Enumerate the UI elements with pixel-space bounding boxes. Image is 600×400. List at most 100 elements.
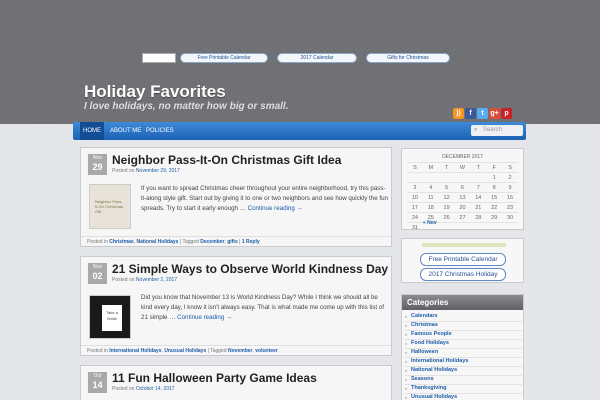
- category-link[interactable]: National Holidays: [405, 367, 457, 373]
- thumbnail-caption: Neighbor Pass-It-On Christmas Gift: [95, 199, 124, 214]
- category-link[interactable]: International Holidays: [109, 348, 161, 354]
- calendar-day: 18: [422, 202, 439, 213]
- post-title[interactable]: Neighbor Pass-It-On Christmas Gift Idea: [112, 153, 341, 167]
- calendar-day: 6: [454, 182, 471, 193]
- post-meta: Posted on November 2, 2017: [112, 277, 177, 283]
- weekday-label: S: [502, 162, 518, 173]
- calendar-day: 10: [407, 192, 423, 203]
- category-link[interactable]: Food Holidays: [405, 340, 449, 346]
- facebook-icon[interactable]: f: [465, 108, 476, 119]
- calendar-day: 27: [454, 212, 471, 223]
- reply-link[interactable]: 1 Reply: [242, 239, 260, 245]
- tag-link[interactable]: December: [200, 239, 224, 245]
- post-title[interactable]: 21 Simple Ways to Observe World Kindness…: [112, 262, 388, 276]
- calendar-widget: DECEMBER 2017 S M T W T F S 1 2 3 4 5 6 …: [401, 148, 524, 232]
- tag-link[interactable]: gifts: [227, 239, 238, 245]
- post-date-link[interactable]: November 29, 2017: [136, 168, 180, 174]
- calendar-day: 23: [502, 202, 518, 213]
- category-link[interactable]: Christmas: [109, 239, 133, 245]
- post-date-link[interactable]: October 14, 2017: [136, 386, 175, 392]
- category-link[interactable]: Halloween: [405, 349, 438, 355]
- weekday-label: S: [407, 162, 423, 173]
- weekday-label: T: [470, 162, 487, 173]
- search-placeholder: Search: [483, 127, 503, 133]
- category-link[interactable]: Famous People: [405, 331, 452, 337]
- tag-link[interactable]: volunteer: [255, 348, 278, 354]
- free-printable-calendar-button[interactable]: Free Printable Calendar: [420, 253, 506, 266]
- calendar-day: [438, 172, 455, 183]
- site-title[interactable]: Holiday Favorites: [84, 82, 226, 102]
- calendar-day: 14: [470, 192, 487, 203]
- calendar-day: 12: [438, 192, 455, 203]
- category-link[interactable]: National Holidays: [136, 239, 178, 245]
- calendar-title: DECEMBER 2017: [442, 154, 483, 160]
- calendar-day: 21: [470, 202, 487, 213]
- banner-thumbnail[interactable]: [142, 53, 176, 63]
- category-link[interactable]: Unusual Holidays: [164, 348, 206, 354]
- banner-2017-calendar[interactable]: 2017 Calendar: [277, 53, 357, 63]
- calendar-day: [502, 222, 518, 232]
- site-tagline: I love holidays, no matter how big or sm…: [84, 101, 289, 112]
- category-link[interactable]: Seasons: [405, 376, 434, 382]
- weekday-label: W: [454, 162, 471, 173]
- calendar-day: 15: [486, 192, 503, 203]
- calendar-day: 13: [454, 192, 471, 203]
- post-thumbnail[interactable]: Take a Smile: [89, 295, 131, 339]
- post-footer: Posted in Christmas, National Holidays |…: [81, 236, 391, 246]
- calendar-day: 29: [486, 212, 503, 223]
- links-widget-graphic: [422, 243, 506, 247]
- date-month: Nov: [93, 264, 102, 270]
- site-header: Free Printable Calendar 2017 Calendar Gi…: [0, 0, 600, 124]
- calendar-day: 19: [438, 202, 455, 213]
- weekday-label: M: [422, 162, 439, 173]
- category-link[interactable]: Calendars: [405, 313, 438, 319]
- post-date-link[interactable]: November 2, 2017: [136, 277, 177, 283]
- calendar-day: [486, 222, 503, 232]
- post-meta: Posted on October 14, 2017: [112, 386, 175, 392]
- post-title[interactable]: 11 Fun Halloween Party Game Ideas: [112, 371, 317, 385]
- banner-free-printable-calendar[interactable]: Free Printable Calendar: [180, 53, 268, 63]
- search-icon: ⌕: [474, 127, 478, 133]
- category-link[interactable]: International Holidays: [405, 358, 469, 364]
- calendar-day: 11: [422, 192, 439, 203]
- date-day: 02: [92, 271, 103, 281]
- nav-about-me[interactable]: ABOUT ME: [107, 122, 144, 140]
- date-month: Oct: [93, 373, 102, 379]
- thumbnail-caption: Take a Smile: [102, 305, 122, 331]
- calendar-prev-month-link[interactable]: « Nov: [423, 220, 437, 226]
- tag-link[interactable]: November: [228, 348, 252, 354]
- category-link[interactable]: Christmas: [405, 322, 438, 328]
- post-meta: Posted on November 29, 2017: [112, 168, 180, 174]
- pinterest-icon[interactable]: p: [501, 108, 512, 119]
- calendar-day: [407, 172, 423, 183]
- calendar-day: [438, 222, 455, 232]
- calendar-day: [470, 172, 487, 183]
- calendar-day: 16: [502, 192, 518, 203]
- continue-reading-link[interactable]: Continue reading →: [177, 314, 232, 321]
- calendar-day: [470, 222, 487, 232]
- tagged-label: Tagged: [182, 239, 199, 245]
- banner-gifts-for-christmas[interactable]: Gifts for Christmas: [366, 53, 450, 63]
- rss-icon[interactable]: )): [453, 108, 464, 119]
- calendar-day: 30: [502, 212, 518, 223]
- google-plus-icon[interactable]: g+: [489, 108, 500, 119]
- nav-home[interactable]: HOME: [80, 122, 104, 140]
- calendar-day: 26: [438, 212, 455, 223]
- date-day: 29: [92, 162, 103, 172]
- calendar-day: 5: [438, 182, 455, 193]
- banner-strip: Free Printable Calendar 2017 Calendar Gi…: [0, 53, 600, 63]
- post-thumbnail[interactable]: Neighbor Pass-It-On Christmas Gift: [89, 184, 131, 229]
- christmas-holiday-button[interactable]: 2017 Christmas Holiday: [420, 268, 506, 281]
- date-day: 14: [92, 380, 103, 390]
- category-link[interactable]: Unusual Holidays: [405, 394, 457, 400]
- calendar-day: 28: [470, 212, 487, 223]
- twitter-icon[interactable]: t: [477, 108, 488, 119]
- search-input[interactable]: ⌕ Search: [471, 125, 523, 136]
- calendar-day: 4: [422, 182, 439, 193]
- calendar-day: 17: [407, 202, 423, 213]
- main-nav: HOME ABOUT ME POLICIES ⌕ Search: [73, 122, 526, 140]
- continue-reading-link[interactable]: Continue reading →: [248, 205, 303, 212]
- nav-policies[interactable]: POLICIES: [143, 122, 177, 140]
- category-link[interactable]: Thanksgiving: [405, 385, 447, 391]
- post-card: Nov 02 21 Simple Ways to Observe World K…: [80, 256, 392, 356]
